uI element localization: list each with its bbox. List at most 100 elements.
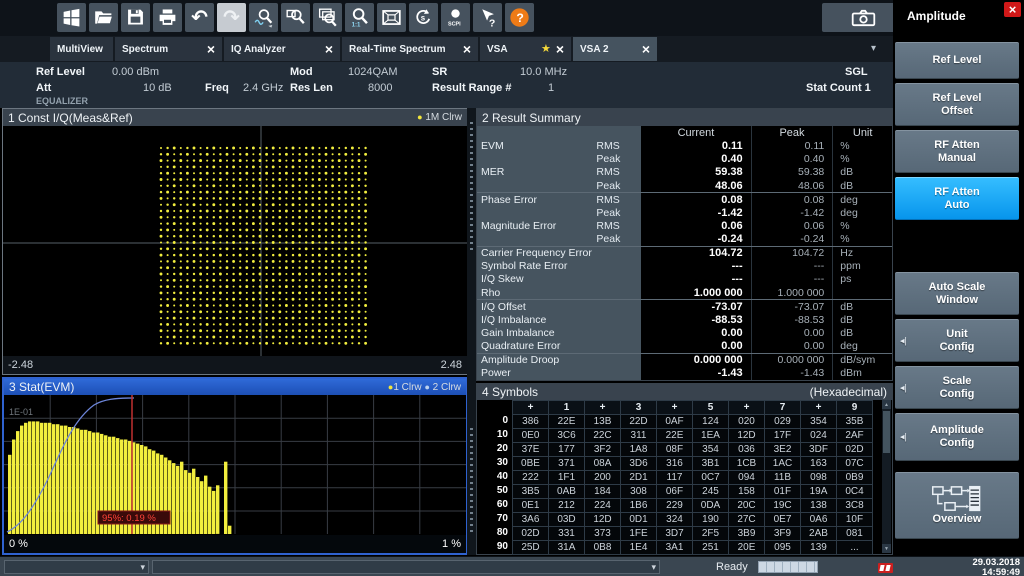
softkey-amplitude-config[interactable]: ◂|AmplitudeConfig (895, 413, 1019, 461)
window-symbols-header[interactable]: 4 Symbols (Hexadecimal) (477, 384, 892, 400)
tab-multiview[interactable]: MultiView (50, 37, 113, 61)
summary-row-i-q-imbalance[interactable]: I/Q Imbalance-88.53-88.53dB (477, 313, 892, 326)
summary-row-power[interactable]: Power-1.43-1.43dBm (477, 367, 892, 380)
window-stat-header[interactable]: 3 Stat(EVM) ●1 Clrw ● 2 Clrw (4, 379, 466, 395)
summary-row-carrier-frequency-error[interactable]: Carrier Frequency Error104.72104.72Hz (477, 246, 892, 260)
scroll-down-icon[interactable]: ▼ (882, 544, 891, 553)
summary-row-phase-error[interactable]: Phase ErrorRMS0.080.08deg (477, 192, 892, 206)
window-const-header[interactable]: 1 Const I/Q(Meas&Ref) ● 1M Clrw (3, 109, 467, 126)
sweep-refresh-icon[interactable]: s (409, 3, 438, 32)
softkey-ref-level-offset[interactable]: Ref LevelOffset (895, 83, 1019, 126)
summary-row-peak[interactable]: Peak0.400.40% (477, 153, 892, 166)
softkey-rf-atten-manual[interactable]: RF AttenManual (895, 130, 1019, 173)
save-icon[interactable] (121, 3, 150, 32)
result-summary-table[interactable]: CurrentPeakUnitEVMRMS0.110.11%Peak0.400.… (477, 126, 892, 380)
summary-row-amplitude-droop[interactable]: Amplitude Droop0.000 0000.000 000dB/sym (477, 353, 892, 367)
softkey-overview[interactable]: Overview (895, 472, 1019, 539)
tab-spectrum[interactable]: Spectrum× (115, 37, 222, 61)
mod-label: Mod (290, 66, 313, 78)
trace2-dot-icon: ● (424, 382, 429, 392)
symbols-row-30[interactable]: 300BE37108A3D63163B11CB1AC16307C (477, 456, 881, 470)
tab-iq-analyzer[interactable]: IQ Analyzer× (224, 37, 340, 61)
summary-row-symbol-rate-error[interactable]: Symbol Rate Error------ppm (477, 260, 892, 273)
help-icon[interactable]: ? (505, 3, 534, 32)
symbols-row-60[interactable]: 600E12122241B62290DA20C19C1383C8 (477, 498, 881, 512)
symbols-row-70[interactable]: 703A603D12D0D132419027C0E70A610F (477, 512, 881, 526)
vsa-analyzer-screen: ↶↷ 1:1 sSCPI?? ▾ MultiViewSpectrum×IQ Anal… (0, 0, 1024, 576)
scroll-up-icon[interactable]: ▲ (882, 400, 891, 409)
summary-row-i-q-offset[interactable]: I/Q Offset-73.07-73.07dB (477, 299, 892, 313)
symbols-row-40[interactable]: 402221F12002D11170C709411B0980B9 (477, 470, 881, 484)
window-symbols[interactable]: 4 Symbols (Hexadecimal) +1+3+5+7+9038622… (476, 383, 893, 555)
rs-logo-icon (878, 563, 893, 573)
scrollbar-thumb[interactable] (883, 411, 890, 453)
tab-vsa-2[interactable]: VSA 2× (573, 37, 657, 61)
splitter-grip[interactable] (470, 122, 473, 250)
summary-row-mer[interactable]: MERRMS59.3859.38dB (477, 166, 892, 179)
channel-info-bar[interactable]: Ref Level 0.00 dBm Mod 1024QAM SR 10.0 M… (0, 62, 893, 108)
sweep-progress-bar (758, 561, 818, 573)
zoom-area-icon[interactable] (281, 3, 310, 32)
print-icon[interactable] (153, 3, 182, 32)
summary-row-evm[interactable]: EVMRMS0.110.11% (477, 140, 892, 153)
window-result-summary[interactable]: 2 Result Summary CurrentPeakUnitEVMRMS0.… (476, 108, 893, 381)
softkey-scale-config[interactable]: ◂|ScaleConfig (895, 366, 1019, 409)
res-len-label: Res Len (290, 82, 333, 94)
window-splitter[interactable] (467, 108, 476, 555)
open-icon[interactable] (89, 3, 118, 32)
tab-close-icon[interactable]: × (642, 42, 650, 56)
status-dropdown-left[interactable]: ▾ (4, 560, 149, 574)
softkey-auto-scale-window[interactable]: Auto ScaleWindow (895, 272, 1019, 315)
summary-row-rho[interactable]: Rho1.000 0001.000 000 (477, 286, 892, 299)
summary-row-quadrature-error[interactable]: Quadrature Error0.000.00deg (477, 340, 892, 353)
symbols-scrollbar[interactable]: ▲ ▼ (882, 400, 891, 553)
symbols-row-90[interactable]: 9025D31A0B81E43A125120E095139... (477, 540, 881, 554)
tab-close-icon[interactable]: × (556, 42, 564, 56)
softkey-label: Config (940, 437, 975, 450)
tab-label: Real-Time Spectrum (349, 44, 458, 55)
favorite-star-icon: ★ (541, 43, 551, 55)
redo-icon[interactable]: ↷ (217, 3, 246, 32)
zoom-1to1-icon[interactable]: 1:1 (345, 3, 374, 32)
close-softkey-menu-icon[interactable]: × (1004, 2, 1021, 17)
status-dropdown-message[interactable]: ▾ (152, 560, 660, 574)
window-const-iq[interactable]: 1 Const I/Q(Meas&Ref) ● 1M Clrw -2.48 2.… (2, 108, 468, 375)
mod-value: 1024QAM (348, 66, 398, 78)
display-area-icon[interactable] (377, 3, 406, 32)
symbols-hex-table[interactable]: +1+3+5+7+9038622E13B22D0AF12402002935435… (477, 400, 881, 554)
scpi-icon[interactable]: SCPI (441, 3, 470, 32)
summary-row-gain-imbalance[interactable]: Gain Imbalance0.000.00dB (477, 326, 892, 339)
tab-vsa[interactable]: VSA★× (480, 37, 571, 61)
constellation-plot[interactable] (3, 126, 467, 356)
window-stat-evm[interactable]: 3 Stat(EVM) ●1 Clrw ● 2 Clrw 1E-0195%: 0… (2, 377, 468, 555)
svg-text:95%: 0.19 %: 95%: 0.19 % (102, 513, 156, 524)
tab-close-icon[interactable]: × (463, 42, 471, 56)
zoom-multi-icon[interactable] (313, 3, 342, 32)
tab-overflow-caret-icon[interactable]: ▾ (871, 43, 876, 54)
softkey-panel: Amplitude × Ref LevelRef LevelOffsetRF A… (893, 0, 1024, 556)
symbols-row-50[interactable]: 503B50AB18430806F24515801F19A0C4 (477, 484, 881, 498)
softkey-unit-config[interactable]: ◂|UnitConfig (895, 319, 1019, 362)
softkey-rf-atten-auto[interactable]: RF AttenAuto (895, 177, 1019, 220)
evm-histogram-plot[interactable]: 1E-0195%: 0.19 % (4, 395, 466, 535)
summary-row-peak[interactable]: Peak-0.24-0.24% (477, 233, 892, 246)
window-summary-header[interactable]: 2 Result Summary (477, 109, 892, 126)
symbols-row-10[interactable]: 100E03C622C31122E1EA12D17F0242AF (477, 428, 881, 442)
symbols-row-20[interactable]: 2037E1773F21A808F3540363E23DF02D (477, 442, 881, 456)
summary-row-magnitude-error[interactable]: Magnitude ErrorRMS0.060.06% (477, 219, 892, 232)
softkey-ref-level[interactable]: Ref Level (895, 42, 1019, 79)
summary-row-peak[interactable]: Peak-1.42-1.42deg (477, 206, 892, 219)
tab-real-time-spectrum[interactable]: Real-Time Spectrum × (342, 37, 478, 61)
symbols-row-80[interactable]: 8002D3313731FE3D72F53B93F92AB081 (477, 526, 881, 540)
symbols-row-0[interactable]: 038622E13B22D0AF12402002935435B (477, 414, 881, 428)
summary-row-peak[interactable]: Peak48.0648.06dB (477, 179, 892, 192)
summary-row-i-q-skew[interactable]: I/Q Skew------ps (477, 273, 892, 286)
splitter-grip[interactable] (470, 428, 473, 532)
summary-header-row: CurrentPeakUnit (477, 126, 892, 140)
windows-icon[interactable] (57, 3, 86, 32)
tab-close-icon[interactable]: × (207, 42, 215, 56)
undo-icon[interactable]: ↶ (185, 3, 214, 32)
help-pointer-icon[interactable]: ? (473, 3, 502, 32)
tab-close-icon[interactable]: × (325, 42, 333, 56)
zoom-trace-icon[interactable] (249, 3, 278, 32)
